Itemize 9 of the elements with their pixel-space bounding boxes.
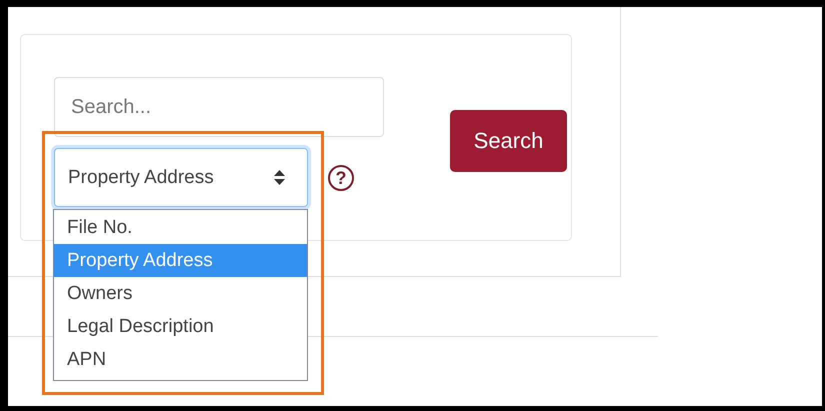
- search-type-dropdown[interactable]: Property Address: [54, 148, 308, 207]
- dropdown-option[interactable]: Owners: [54, 277, 307, 310]
- dropdown-option[interactable]: APN: [54, 343, 307, 376]
- dropdown-option[interactable]: File No.: [54, 211, 307, 244]
- search-button[interactable]: Search: [450, 110, 567, 172]
- dropdown-option[interactable]: Legal Description: [54, 310, 307, 343]
- search-field[interactable]: Search...: [54, 77, 384, 137]
- help-icon[interactable]: ?: [328, 164, 354, 190]
- sort-arrows-icon: [274, 170, 285, 185]
